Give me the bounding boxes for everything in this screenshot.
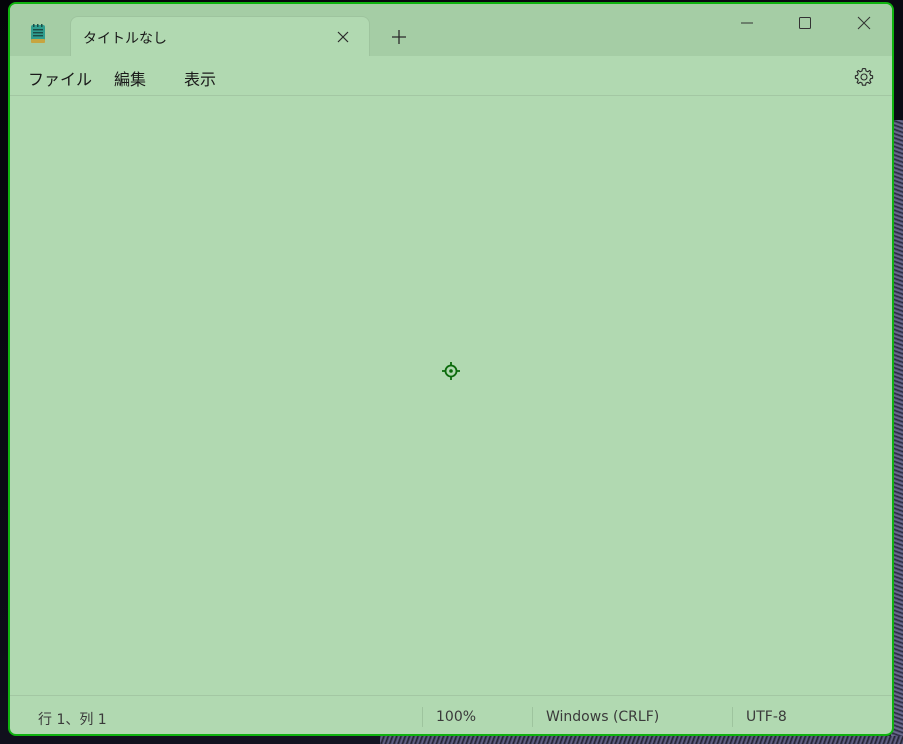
- tab-title: タイトルなし: [83, 31, 167, 47]
- wallpaper-bottom: [380, 736, 903, 744]
- menu-bar: ファイル 編集 表示: [10, 56, 892, 96]
- menu-file[interactable]: ファイル: [28, 66, 92, 90]
- plus-icon[interactable]: [388, 26, 410, 48]
- text-editor[interactable]: [10, 97, 892, 695]
- divider: [422, 707, 423, 727]
- encoding[interactable]: UTF-8: [746, 709, 787, 725]
- close-icon[interactable]: [337, 31, 349, 43]
- tab-untitled[interactable]: タイトルなし: [70, 16, 370, 56]
- line-ending[interactable]: Windows (CRLF): [546, 709, 659, 725]
- status-bar: 行 1、列 1 100% Windows (CRLF) UTF-8: [10, 695, 892, 734]
- close-window-icon[interactable]: [857, 16, 871, 30]
- gear-icon[interactable]: [854, 67, 874, 87]
- menu-view[interactable]: 表示: [184, 66, 216, 90]
- divider: [532, 707, 533, 727]
- minimize-icon[interactable]: [740, 16, 754, 30]
- notepad-icon: [31, 24, 45, 43]
- cursor-position: 行 1、列 1: [38, 712, 107, 728]
- menu-edit[interactable]: 編集: [114, 66, 146, 90]
- crosshair-icon: [442, 362, 460, 380]
- maximize-icon[interactable]: [798, 16, 812, 30]
- notepad-window: タイトルなし ファイル 編集 表示 行 1、列 1 100% Windows (…: [8, 2, 894, 736]
- zoom-level[interactable]: 100%: [436, 709, 476, 725]
- divider: [732, 707, 733, 727]
- titlebar[interactable]: タイトルなし: [10, 4, 892, 56]
